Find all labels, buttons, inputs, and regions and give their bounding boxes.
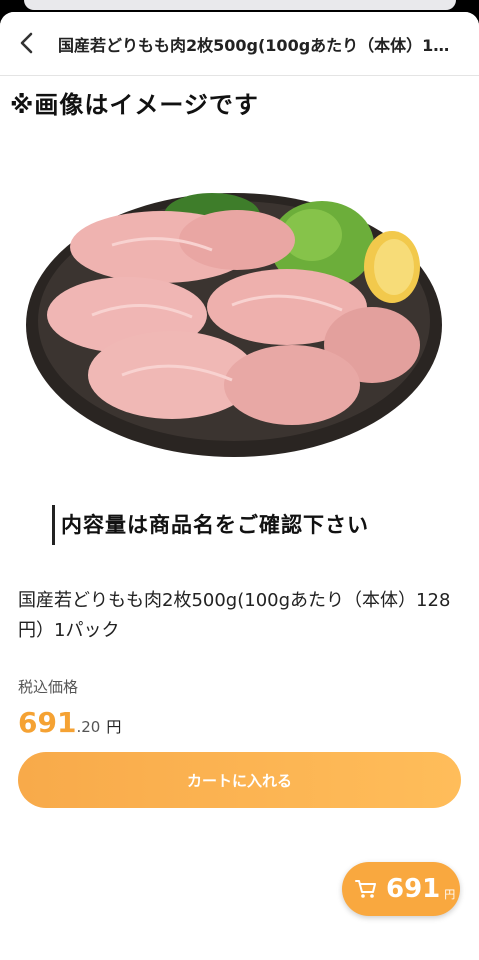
product-detail-screen: 国産若どりもも肉2枚500g(100gあたり（本体）128円）1パック ※画像は… bbox=[0, 12, 479, 960]
cart-total-button[interactable]: 691 円 bbox=[342, 862, 460, 916]
header: 国産若どりもも肉2枚500g(100gあたり（本体）128円）1パック bbox=[0, 12, 479, 76]
sheet-handle bbox=[24, 0, 456, 10]
chevron-left-icon bbox=[20, 32, 33, 54]
product-name: 国産若どりもも肉2枚500g(100gあたり（本体）128円）1パック bbox=[18, 590, 451, 641]
back-button[interactable] bbox=[10, 26, 44, 60]
image-note-bottom: 内容量は商品名をご確認下さい bbox=[52, 505, 448, 545]
add-to-cart-button[interactable]: カートに入れる bbox=[18, 752, 461, 808]
price-unit: 円 bbox=[106, 718, 122, 736]
chicken-plate-image bbox=[26, 193, 442, 457]
cart-total-unit: 円 bbox=[444, 888, 456, 901]
cart-icon bbox=[355, 880, 376, 898]
product-image: ※画像はイメージです 内容量は商品名をご確認下さい bbox=[0, 77, 479, 555]
page-title: 国産若どりもも肉2枚500g(100gあたり（本体）128円）1パック bbox=[58, 36, 458, 55]
cart-total: 691 bbox=[386, 874, 441, 904]
price-decimal: .20 bbox=[76, 718, 101, 736]
price: 691.20 円 bbox=[18, 706, 121, 739]
image-note-top: ※画像はイメージです bbox=[10, 91, 259, 119]
price-integer: 691 bbox=[18, 706, 77, 739]
tax-included-label: 税込価格 bbox=[18, 678, 79, 696]
